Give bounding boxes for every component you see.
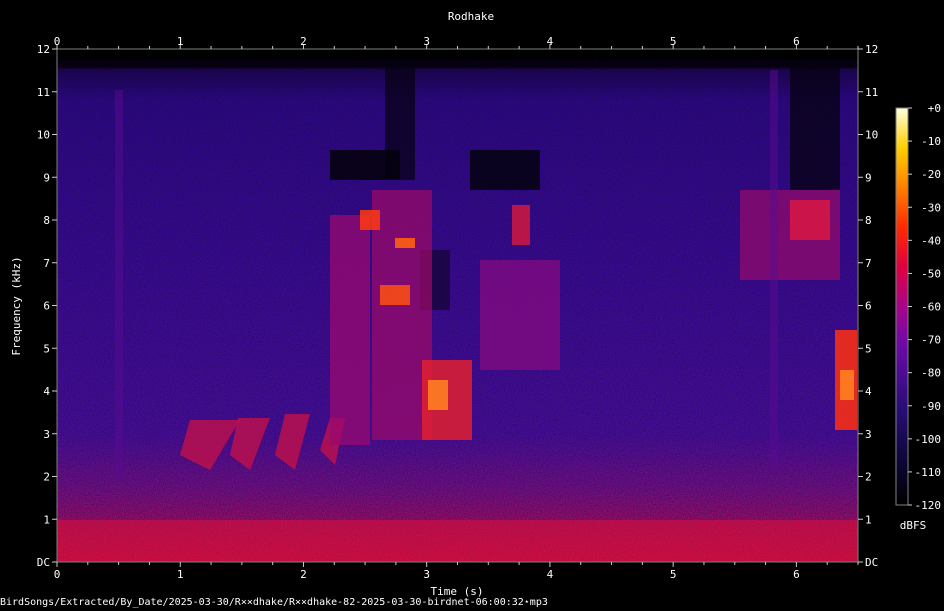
- x-tick-label-bottom: 1: [177, 568, 184, 581]
- y-tick-label-left: 11: [37, 86, 50, 99]
- x-axis-bottom: 0 1 2 3 4 5 6: [54, 562, 859, 581]
- y-tick-label-left: 9: [43, 171, 50, 184]
- noise-texture: [57, 60, 858, 562]
- y-tick-label-left: 1: [43, 513, 50, 526]
- y-tick-label-right: 6: [865, 300, 872, 313]
- y-tick-label-left: 5: [43, 342, 50, 355]
- colorbar-tick-label: -20: [921, 168, 941, 181]
- y-tick-label-left: DC: [37, 556, 50, 569]
- y-tick-label-right: DC: [865, 556, 878, 569]
- colorbar-tick-label: -10: [921, 135, 941, 148]
- colorbar-gradient: [896, 108, 908, 505]
- colorbar-tick-label: -120: [915, 499, 942, 512]
- y-tick-label-right: 9: [865, 171, 872, 184]
- colorbar-tick-label: -30: [921, 201, 941, 214]
- y-tick-label-left: 6: [43, 300, 50, 313]
- colorbar-tick-label: -50: [921, 267, 941, 280]
- x-tick-label-top: 3: [423, 35, 430, 48]
- x-tick-label-bottom: 3: [423, 568, 430, 581]
- y-tick-label-left: 10: [37, 129, 50, 142]
- y-tick-label-right: 7: [865, 257, 872, 270]
- y-tick-label-left: 7: [43, 257, 50, 270]
- x-tick-label-bottom: 6: [793, 568, 800, 581]
- spectrogram-window: 0123456 0123456 DC 1 2 3 4 5 6 7 8 9 10 11 12 DC 1 2 3 4…: [0, 0, 944, 611]
- y-tick-label-right: 2: [865, 471, 872, 484]
- colorbar-tick-label: -70: [921, 334, 941, 347]
- x-axis-top: 0 1 2 3 4 5 6: [54, 35, 859, 49]
- x-tick-label-bottom: 2: [300, 568, 307, 581]
- file-path-footer: BirdSongs/Extracted/By_Date/2025-03-30/R…: [0, 597, 548, 608]
- x-tick-label-bottom: 4: [547, 568, 554, 581]
- colorbar-tick-label: -40: [921, 234, 941, 247]
- x-tick-label-top: 4: [547, 35, 554, 48]
- colorbar-ticks: +0 -10 -20 -30 -40 -50 -60 -70 -80 -90 -100 -110 -12…: [908, 102, 941, 512]
- y-tick-label-right: 3: [865, 428, 872, 441]
- y-axis-left: DC123456789101112: [37, 43, 57, 569]
- y-tick-label-right: 4: [865, 385, 872, 398]
- y-tick-label-right: 5: [865, 342, 872, 355]
- x-tick-label-bottom: 0: [54, 568, 61, 581]
- y-axis-right: DC123456789101112: [858, 43, 878, 569]
- y-tick-label-left: 3: [43, 428, 50, 441]
- x-tick-label-top: 1: [177, 35, 184, 48]
- y-tick-label-right: 11: [865, 86, 878, 99]
- colorbar-tick-label: -110: [915, 466, 942, 479]
- spectrogram-chart: 0123456 0123456 DC123456789101112 DC1234…: [10, 10, 941, 598]
- colorbar-tick-label: -60: [921, 301, 941, 314]
- colorbar-label: dBFS: [900, 519, 927, 532]
- y-tick-label-left: 4: [43, 385, 50, 398]
- y-axis-label: Frequency (kHz): [10, 256, 23, 355]
- chart-title: Rodhake: [448, 10, 494, 23]
- colorbar-tick-label: -100: [915, 433, 942, 446]
- colorbar-tick-label: +0: [928, 102, 941, 115]
- colorbar: +0 -10 -20 -30 -40 -50 -60 -70 -80 -90 -100 -110 -12…: [895, 102, 941, 532]
- y-tick-label-left: 12: [37, 43, 50, 56]
- colorbar-tick-label: -90: [921, 400, 941, 413]
- x-tick-label-top: 0: [54, 35, 61, 48]
- y-tick-label-left: 2: [43, 471, 50, 484]
- y-tick-label-right: 8: [865, 214, 872, 227]
- x-tick-label-bottom: 5: [670, 568, 677, 581]
- y-tick-label-right: 12: [865, 43, 878, 56]
- x-tick-label-top: 2: [300, 35, 307, 48]
- x-tick-label-top: 5: [670, 35, 677, 48]
- plot-area: [57, 49, 858, 562]
- x-tick-label-top: 6: [793, 35, 800, 48]
- y-tick-label-left: 8: [43, 214, 50, 227]
- y-tick-label-right: 10: [865, 129, 878, 142]
- colorbar-tick-label: -80: [921, 367, 941, 380]
- y-tick-label-right: 1: [865, 513, 872, 526]
